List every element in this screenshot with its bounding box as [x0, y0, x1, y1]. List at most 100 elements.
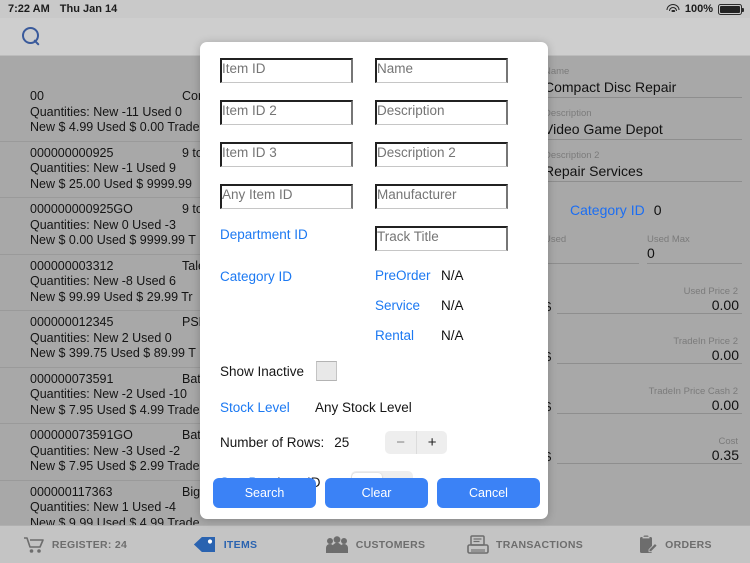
dialog-field-name[interactable] — [375, 58, 508, 100]
detail-money-amount: 0.00 — [557, 347, 742, 364]
detail-money-label: TradeIn Price 2 — [544, 336, 742, 347]
detail-used-max-field[interactable]: Used Max 0 — [647, 234, 742, 264]
dialog-input[interactable] — [220, 58, 353, 83]
dialog-toggle-label[interactable]: Rental — [375, 328, 441, 343]
detail-used-row: Used Used Max 0 — [544, 234, 742, 264]
dialog-field-description-2[interactable] — [375, 142, 508, 184]
dialog-field-link[interactable]: Department ID — [220, 226, 308, 243]
status-bar-right: 100% — [667, 3, 742, 15]
tab-customers[interactable]: CUSTOMERS — [300, 536, 450, 554]
detail-money-amount: 0.00 — [557, 397, 742, 414]
dialog-left-column: Department ID Category ID — [220, 58, 353, 358]
tags-icon — [193, 536, 217, 553]
tab-transactions[interactable]: TRANSACTIONS — [450, 535, 600, 555]
cancel-button[interactable]: Cancel — [437, 478, 540, 508]
detail-field-label: Description — [544, 108, 742, 120]
dialog-field-track-title[interactable] — [375, 226, 508, 268]
dialog-field-department-id[interactable]: Department ID — [220, 226, 353, 268]
dialog-input[interactable] — [220, 142, 353, 167]
tab-label: CUSTOMERS — [356, 539, 426, 551]
status-bar-left: 7:22 AM Thu Jan 14 — [8, 3, 117, 15]
clear-button[interactable]: Clear — [325, 478, 428, 508]
dialog-button-row: Search Clear Cancel — [213, 478, 540, 508]
dialog-field-item-id[interactable] — [220, 58, 353, 100]
status-bar: 7:22 AM Thu Jan 14 100% — [0, 0, 750, 18]
detail-field-value: Compact Disc Repair — [544, 78, 742, 98]
stepper-plus-button[interactable]: + — [417, 431, 448, 454]
dialog-input[interactable] — [375, 184, 508, 209]
dialog-input[interactable] — [375, 142, 508, 167]
number-of-rows-row: Number of Rows: 25 − + — [220, 431, 528, 454]
dialog-field-item-id-3[interactable] — [220, 142, 353, 184]
tab-items[interactable]: ITEMS — [150, 536, 300, 553]
wifi-icon — [667, 4, 680, 15]
tab-orders[interactable]: ORDERS — [600, 535, 750, 555]
dialog-toggle-rental[interactable]: RentalN/A — [375, 328, 508, 358]
detail-money-line: $0.00 — [544, 347, 742, 364]
show-inactive-label: Show Inactive — [220, 364, 304, 379]
dialog-input[interactable] — [375, 226, 508, 251]
number-of-rows-label: Number of Rows: — [220, 435, 324, 450]
tab-register[interactable]: REGISTER: 24 — [0, 536, 150, 554]
detail-money-amount: 0.35 — [557, 447, 742, 464]
clock: 7:22 AM — [8, 3, 50, 15]
dialog-toggle-label[interactable]: Service — [375, 298, 441, 313]
clipboard-pencil-icon — [638, 535, 658, 555]
dialog-field-link[interactable]: Category ID — [220, 268, 292, 285]
date-label: Thu Jan 14 — [60, 3, 117, 15]
search-button[interactable]: Search — [213, 478, 316, 508]
detail-used-field[interactable]: Used — [544, 234, 639, 264]
detail-used-max-value: 0 — [647, 245, 742, 264]
shopping-cart-icon — [23, 536, 45, 554]
number-of-rows-stepper[interactable]: − + — [385, 431, 447, 454]
stepper-minus-button[interactable]: − — [385, 431, 417, 454]
detail-money-field[interactable]: Cost$0.35 — [544, 436, 742, 464]
dialog-toggle-service[interactable]: ServiceN/A — [375, 298, 508, 328]
dialog-field-any-item-id[interactable] — [220, 184, 353, 226]
dialog-toggle-preorder[interactable]: PreOrderN/A — [375, 268, 508, 298]
detail-field[interactable]: Description 2Repair Services — [544, 150, 742, 182]
detail-field[interactable]: NameCompact Disc Repair — [544, 66, 742, 98]
list-item-id: 000000000925GO — [30, 202, 182, 218]
dialog-field-manufacturer[interactable] — [375, 184, 508, 226]
dialog-toggle-value: N/A — [441, 328, 464, 343]
dialog-field-grid: Department IDCategory ID PreOrderN/AServ… — [220, 58, 528, 358]
dialog-input[interactable] — [220, 100, 353, 125]
dialog-field-description[interactable] — [375, 100, 508, 142]
tab-label: REGISTER: 24 — [52, 539, 127, 551]
detail-money-field[interactable]: TradeIn Price Cash 2$0.00 — [544, 386, 742, 414]
detail-used-value — [544, 245, 639, 264]
stock-level-row[interactable]: Stock Level Any Stock Level — [220, 400, 528, 415]
detail-field[interactable]: DescriptionVideo Game Depot — [544, 108, 742, 140]
dialog-input[interactable] — [220, 184, 353, 209]
detail-money-label: Cost — [544, 436, 742, 447]
detail-money-fields: Used Price 2$0.00TradeIn Price 2$0.00Tra… — [544, 286, 742, 464]
receipt-printer-icon — [467, 535, 489, 555]
search-icon[interactable] — [22, 27, 41, 46]
dialog-input[interactable] — [375, 58, 508, 83]
detail-field-label: Description 2 — [544, 150, 742, 162]
detail-money-line: $0.00 — [544, 297, 742, 314]
item-detail-pane: NameCompact Disc Repair DescriptionVideo … — [540, 56, 750, 525]
list-item-id: 00 — [30, 89, 182, 105]
people-icon — [325, 536, 349, 554]
number-of-rows-value: 25 — [334, 435, 349, 450]
detail-money-field[interactable]: TradeIn Price 2$0.00 — [544, 336, 742, 364]
detail-category-id-row[interactable]: Category ID 0 — [544, 202, 742, 218]
battery-icon — [718, 4, 742, 15]
list-item-id: 000000073591GO — [30, 428, 182, 444]
list-item-id: 000000003312 — [30, 259, 182, 275]
dialog-toggle-value: N/A — [441, 298, 464, 313]
dialog-toggle-label[interactable]: PreOrder — [375, 268, 441, 283]
dialog-field-item-id-2[interactable] — [220, 100, 353, 142]
detail-money-field[interactable]: Used Price 2$0.00 — [544, 286, 742, 314]
detail-used-label: Used — [544, 234, 639, 245]
dialog-input[interactable] — [375, 100, 508, 125]
detail-money-line: $0.35 — [544, 447, 742, 464]
show-inactive-row: Show Inactive — [220, 361, 528, 381]
dialog-field-category-id[interactable]: Category ID — [220, 268, 353, 310]
detail-category-id-label: Category ID — [570, 202, 645, 218]
detail-used-max-label: Used Max — [647, 234, 742, 245]
show-inactive-checkbox[interactable] — [316, 361, 337, 381]
detail-money-label: TradeIn Price Cash 2 — [544, 386, 742, 397]
